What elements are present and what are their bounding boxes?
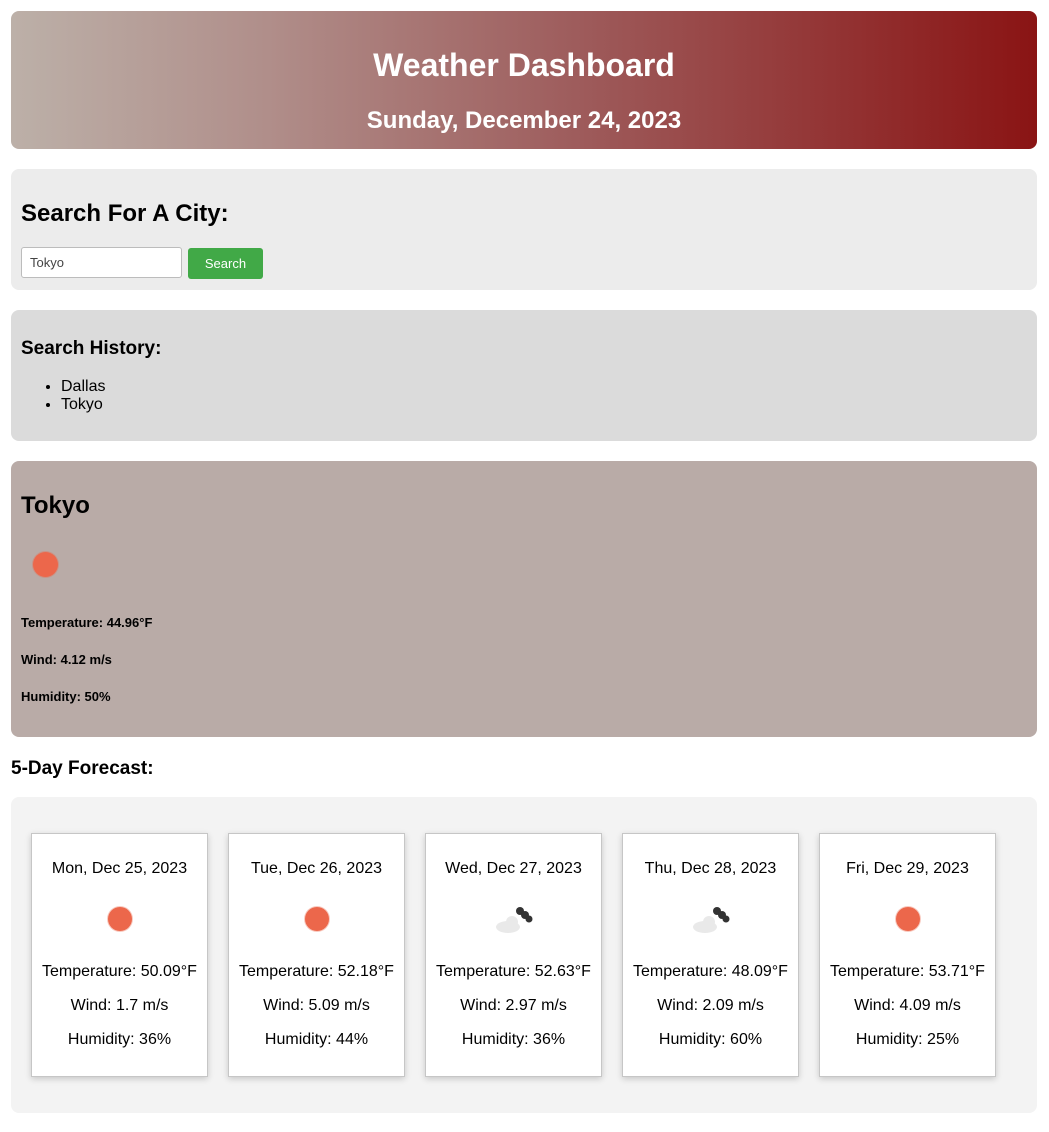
sun-icon bbox=[896, 907, 920, 931]
search-button[interactable]: Search bbox=[188, 248, 263, 279]
forecast-wind: Wind: 5.09 m/s bbox=[263, 997, 370, 1014]
search-heading: Search For A City: bbox=[21, 200, 229, 227]
current-humidity: Humidity: 50% bbox=[21, 689, 111, 704]
forecast-wind: Wind: 2.97 m/s bbox=[460, 997, 567, 1014]
forecast-card: Thu, Dec 28, 2023 Temperature: 48.09°F W… bbox=[622, 833, 799, 1077]
forecast-icon-slot bbox=[229, 905, 404, 935]
forecast-humidity: Humidity: 36% bbox=[461, 1031, 566, 1048]
forecast-wind: Wind: 2.09 m/s bbox=[657, 997, 764, 1014]
forecast-temperature: Temperature: 50.09°F bbox=[42, 963, 197, 980]
current-city-name: Tokyo bbox=[21, 492, 90, 519]
current-wind: Wind: 4.12 m/s bbox=[21, 652, 112, 667]
forecast-heading: 5-Day Forecast: bbox=[11, 758, 154, 779]
forecast-temperature: Temperature: 53.71°F bbox=[830, 963, 985, 980]
forecast-humidity: Humidity: 25% bbox=[855, 1031, 960, 1048]
forecast-panel: Mon, Dec 25, 2023 Temperature: 50.09°F W… bbox=[11, 797, 1037, 1113]
forecast-icon-slot bbox=[820, 905, 995, 935]
current-weather-panel: Tokyo Temperature: 44.96°F Wind: 4.12 m/… bbox=[11, 461, 1037, 737]
forecast-icon-slot bbox=[623, 905, 798, 935]
forecast-temperature: Temperature: 48.09°F bbox=[633, 963, 788, 980]
forecast-date: Fri, Dec 29, 2023 bbox=[846, 860, 969, 877]
forecast-wind: Wind: 1.7 m/s bbox=[70, 997, 169, 1014]
header-banner: Weather Dashboard Sunday, December 24, 2… bbox=[11, 11, 1037, 149]
forecast-humidity: Humidity: 60% bbox=[658, 1031, 763, 1048]
forecast-temperature: Temperature: 52.63°F bbox=[436, 963, 591, 980]
forecast-temperature: Temperature: 52.18°F bbox=[239, 963, 394, 980]
forecast-icon-slot bbox=[32, 905, 207, 935]
sun-icon bbox=[108, 907, 132, 931]
history-item-dallas[interactable]: Dallas bbox=[61, 378, 105, 396]
forecast-card: Mon, Dec 25, 2023 Temperature: 50.09°F W… bbox=[31, 833, 208, 1077]
search-panel: Search For A City: Search bbox=[11, 169, 1037, 290]
cloud-icon bbox=[693, 907, 730, 933]
city-search-input[interactable] bbox=[21, 247, 182, 278]
forecast-humidity: Humidity: 44% bbox=[264, 1031, 369, 1048]
forecast-card: Fri, Dec 29, 2023 Temperature: 53.71°F W… bbox=[819, 833, 996, 1077]
search-history-panel: Search History: Dallas Tokyo bbox=[11, 310, 1037, 441]
forecast-card: Tue, Dec 26, 2023 Temperature: 52.18°F W… bbox=[228, 833, 405, 1077]
forecast-icon-slot bbox=[426, 905, 601, 935]
forecast-date: Wed, Dec 27, 2023 bbox=[445, 860, 582, 877]
forecast-date: Thu, Dec 28, 2023 bbox=[644, 860, 777, 877]
cloud-icon bbox=[496, 907, 533, 933]
forecast-wind: Wind: 4.09 m/s bbox=[854, 997, 961, 1014]
forecast-date: Tue, Dec 26, 2023 bbox=[250, 860, 383, 877]
sun-icon bbox=[305, 907, 329, 931]
sun-icon bbox=[33, 552, 58, 577]
weather-dashboard-page: Weather Dashboard Sunday, December 24, 2… bbox=[0, 0, 1049, 1132]
forecast-date: Mon, Dec 25, 2023 bbox=[51, 860, 188, 877]
forecast-humidity: Humidity: 36% bbox=[67, 1031, 172, 1048]
search-history-heading: Search History: bbox=[21, 338, 162, 359]
current-temperature: Temperature: 44.96°F bbox=[21, 615, 153, 630]
search-history-list: Dallas Tokyo bbox=[21, 378, 105, 414]
history-item-tokyo[interactable]: Tokyo bbox=[61, 396, 105, 414]
current-date: Sunday, December 24, 2023 bbox=[366, 107, 682, 134]
page-title: Weather Dashboard bbox=[373, 47, 675, 83]
forecast-card: Wed, Dec 27, 2023 Temperature: 52.63°F W… bbox=[425, 833, 602, 1077]
